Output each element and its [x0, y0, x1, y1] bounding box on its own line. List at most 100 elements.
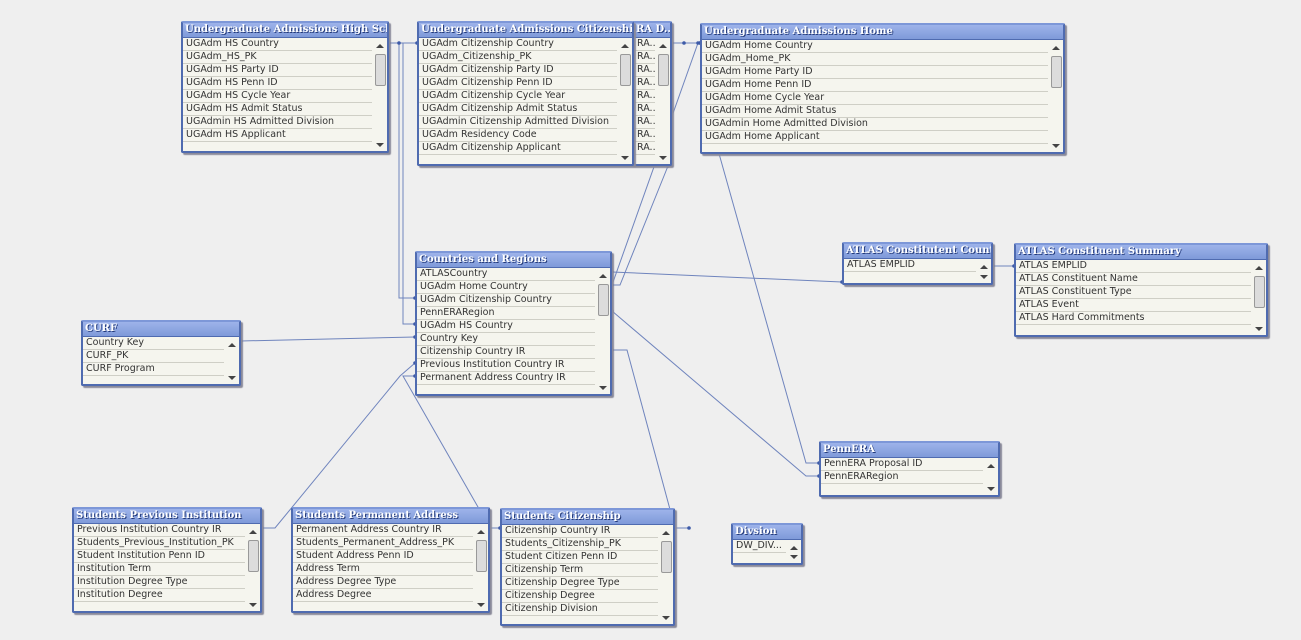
table-title[interactable]: PennERA — [821, 443, 998, 458]
field-item[interactable]: ATLAS EMPLID — [1016, 260, 1251, 273]
field-item[interactable]: Citizenship Division — [502, 603, 658, 616]
field-item[interactable]: ATLAS Constituent Name — [1016, 273, 1251, 286]
scroll-up-arrow-icon[interactable] — [249, 530, 257, 534]
scroll-up-arrow-icon[interactable] — [1052, 46, 1060, 50]
field-item[interactable]: Permanent Address Country IR — [417, 372, 595, 385]
scroll-thumb[interactable] — [1051, 56, 1062, 88]
table-divsion[interactable]: Divsion DW_DIV... — [731, 523, 803, 565]
table-atlas-constitutent-countries[interactable]: ATLAS Constitutent CountriesATLAS EMPLID — [842, 242, 993, 285]
field-item[interactable]: UGAdm Citizenship Cycle Year — [419, 90, 617, 103]
field-item[interactable]: RA... — [634, 142, 655, 155]
scroll-down-arrow-icon[interactable] — [987, 487, 995, 491]
scroll-thumb[interactable] — [661, 541, 672, 573]
scroll-thumb[interactable] — [658, 54, 669, 86]
field-item[interactable]: ATLAS Hard Commitments — [1016, 312, 1251, 325]
field-item[interactable]: Student Institution Penn ID — [74, 550, 245, 563]
field-item[interactable]: Students_Previous_Institution_PK — [74, 537, 245, 550]
scroll-up-arrow-icon[interactable] — [228, 343, 236, 347]
scroll-down-arrow-icon[interactable] — [621, 156, 629, 160]
field-item[interactable]: Citizenship Country IR — [417, 346, 595, 359]
table-students-permanent-address[interactable]: Students Permanent Address Permanent Addr… — [291, 507, 490, 613]
table-curf[interactable]: CURF Country Key CURF_PK CURF Program — [81, 320, 241, 386]
table-title[interactable]: Undergraduate Admissions Home — [702, 25, 1063, 40]
table-title[interactable]: RA D... — [634, 23, 670, 38]
field-item[interactable]: DW_DIV... — [733, 540, 786, 553]
scroll-down-arrow-icon[interactable] — [599, 386, 607, 390]
scroll-up-arrow-icon[interactable] — [987, 464, 995, 468]
field-item[interactable]: UGAdm Citizenship Country — [419, 38, 617, 51]
field-item[interactable]: Student Citizen Penn ID — [502, 551, 658, 564]
field-item[interactable]: Previous Institution Country IR — [417, 359, 595, 372]
scrollbar[interactable] — [246, 524, 260, 611]
scroll-down-arrow-icon[interactable] — [1052, 144, 1060, 148]
field-item[interactable]: Citizenship Term — [502, 564, 658, 577]
field-item[interactable]: UGAdm Citizenship Party ID — [419, 64, 617, 77]
scrollbar[interactable] — [373, 38, 387, 151]
scroll-thumb[interactable] — [248, 540, 259, 572]
table-title[interactable]: ATLAS Constituent Summary — [1016, 245, 1266, 260]
scrollbar[interactable] — [596, 268, 610, 394]
table-atlas-constituent-summary[interactable]: ATLAS Constituent Summary ATLAS EMPLID ATL… — [1014, 243, 1268, 337]
scroll-up-arrow-icon[interactable] — [980, 265, 988, 269]
field-item[interactable]: PennERARegion — [821, 471, 983, 484]
field-item[interactable]: Address Degree — [293, 589, 473, 602]
scrollbar[interactable] — [984, 458, 998, 495]
field-item[interactable]: PennERARegion — [417, 307, 595, 320]
scroll-up-arrow-icon[interactable] — [1255, 266, 1263, 270]
field-item[interactable]: Previous Institution Country IR — [74, 524, 245, 537]
field-item[interactable]: Institution Degree Type — [74, 576, 245, 589]
field-item[interactable]: UGAdm Home Country — [417, 281, 595, 294]
scrollbar[interactable] — [1252, 260, 1266, 335]
field-item[interactable]: ATLAS EMPLID — [844, 259, 976, 272]
table-countries-and-regions[interactable]: Countries and Regions ATLASCountry UGAdm H… — [415, 251, 612, 396]
field-item[interactable]: RA... — [634, 129, 655, 142]
scroll-up-arrow-icon[interactable] — [662, 531, 670, 535]
field-item[interactable]: UGAdm HS Country — [183, 38, 372, 51]
field-item[interactable]: RA... — [634, 64, 655, 77]
scroll-up-arrow-icon[interactable] — [599, 274, 607, 278]
field-item[interactable]: UGAdmin Home Admitted Division — [702, 118, 1048, 131]
table-undergraduate-admissions-home[interactable]: Undergraduate Admissions Home UGAdm Home … — [700, 23, 1065, 154]
field-item[interactable]: ATLASCountry — [417, 268, 595, 281]
table-title[interactable]: Undergraduate Admissions Citizenship — [419, 23, 632, 38]
field-item[interactable]: UGAdm HS Applicant — [183, 129, 372, 142]
scrollbar[interactable] — [1049, 40, 1063, 152]
field-item[interactable]: UGAdm HS Party ID — [183, 64, 372, 77]
field-item[interactable]: Student Address Penn ID — [293, 550, 473, 563]
scroll-down-arrow-icon[interactable] — [662, 616, 670, 620]
scroll-up-arrow-icon[interactable] — [659, 44, 667, 48]
field-item[interactable]: Citizenship Country IR — [502, 525, 658, 538]
table-title[interactable]: Countries and Regions — [417, 253, 610, 268]
scroll-up-arrow-icon[interactable] — [790, 546, 798, 550]
field-item[interactable]: CURF Program — [83, 363, 224, 376]
scroll-down-arrow-icon[interactable] — [249, 603, 257, 607]
table-pennera[interactable]: PennERA PennERA Proposal ID PennERARegion — [819, 441, 1000, 497]
table-students-citizenship[interactable]: Students Citizenship Citizenship Country … — [500, 508, 675, 626]
scroll-down-arrow-icon[interactable] — [1255, 327, 1263, 331]
scroll-down-arrow-icon[interactable] — [659, 156, 667, 160]
scrollbar[interactable] — [977, 259, 991, 283]
table-undergraduate-admissions-high-school[interactable]: Undergraduate Admissions High SchoolUGAd… — [181, 21, 389, 153]
field-item[interactable]: RA... — [634, 90, 655, 103]
scrollbar[interactable] — [659, 525, 673, 624]
scroll-up-arrow-icon[interactable] — [376, 44, 384, 48]
field-item[interactable]: Students_Permanent_Address_PK — [293, 537, 473, 550]
field-item[interactable]: Students_Citizenship_PK — [502, 538, 658, 551]
table-title[interactable]: Divsion — [733, 525, 801, 540]
field-item[interactable]: Citizenship Degree — [502, 590, 658, 603]
field-item[interactable]: PennERA Proposal ID — [821, 458, 983, 471]
field-item[interactable]: UGAdm HS Country — [417, 320, 595, 333]
scroll-thumb[interactable] — [1254, 276, 1265, 308]
field-item[interactable]: UGAdm_Home_PK — [702, 53, 1048, 66]
table-title[interactable]: ATLAS Constitutent Countries — [844, 244, 991, 259]
field-item[interactable]: UGAdm Home Penn ID — [702, 79, 1048, 92]
field-item[interactable]: UGAdm Home Admit Status — [702, 105, 1048, 118]
field-item[interactable]: UGAdm HS Penn ID — [183, 77, 372, 90]
field-item[interactable]: ATLAS Constituent Type — [1016, 286, 1251, 299]
scroll-down-arrow-icon[interactable] — [980, 275, 988, 279]
field-item[interactable]: UGAdmin Citizenship Admitted Division — [419, 116, 617, 129]
scroll-up-arrow-icon[interactable] — [477, 530, 485, 534]
scroll-down-arrow-icon[interactable] — [790, 555, 798, 559]
field-item[interactable]: Institution Degree — [74, 589, 245, 602]
field-item[interactable]: RA... — [634, 38, 655, 51]
